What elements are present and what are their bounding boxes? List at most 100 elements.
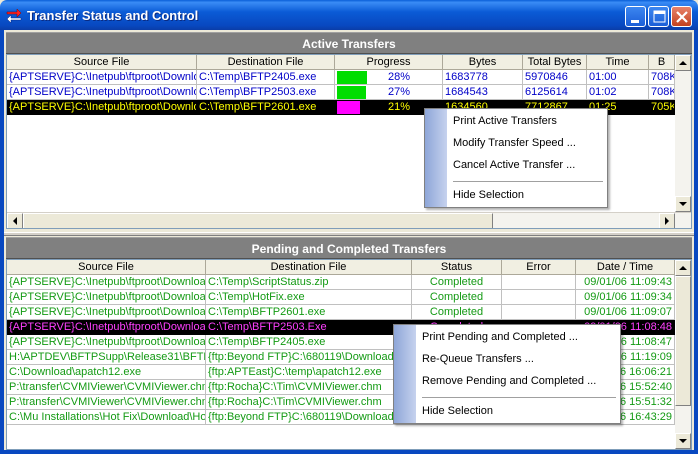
menu-icon-strip <box>425 109 447 207</box>
status: Completed <box>412 275 502 290</box>
date-time: 09/01/06 11:09:07 <box>576 305 675 320</box>
arrow-right-icon <box>665 217 669 225</box>
scroll-down-button[interactable] <box>675 196 691 212</box>
col-destination-file[interactable]: Destination File <box>197 55 335 70</box>
menu-print-active-transfers[interactable]: Print Active Transfers <box>453 112 557 130</box>
destination-file: {ftp:Beyond FTP}C:\680119\Download\Ho <box>206 410 412 425</box>
date-time: 09/01/06 11:09:43 <box>576 275 675 290</box>
progress-label: 21% <box>387 101 411 113</box>
destination-file: C:\Temp\HotFix.exe <box>206 290 412 305</box>
progress-bar <box>337 71 367 84</box>
destination-file: C:\Temp\BFTP2503.Exe <box>206 320 412 335</box>
close-button[interactable] <box>671 6 692 27</box>
destination-file: {ftp:Rocha}C:\Tim\CVMIViewer.chm <box>206 395 412 410</box>
menu-separator <box>422 397 616 398</box>
scroll-thumb[interactable] <box>675 276 691 406</box>
source-file: P:\transfer\CVMIViewer\CVMIViewer.chm <box>7 380 206 395</box>
arrow-up-icon <box>679 266 687 270</box>
active-transfers-header: Active Transfers <box>6 32 692 54</box>
source-file: {APTSERVE}C:\Inetpub\ftproot\Download <box>7 290 206 305</box>
destination-file: C:\Temp\ScriptStatus.zip <box>206 275 412 290</box>
scroll-down-button[interactable] <box>675 433 691 449</box>
destination-file: C:\Temp\BFTP2405.exe <box>197 70 335 85</box>
progress-label: 28% <box>387 71 411 83</box>
active-column-headers: Source File Destination File Progress By… <box>7 55 675 70</box>
error <box>502 290 576 305</box>
active-horizontal-scrollbar[interactable] <box>7 212 691 228</box>
status: Completed <box>412 305 502 320</box>
close-icon <box>676 11 688 23</box>
menu-icon-strip <box>394 325 416 423</box>
minimize-button[interactable] <box>625 6 646 27</box>
table-row[interactable]: {APTSERVE}C:\Inetpub\ftproot\Download C:\… <box>7 275 675 290</box>
window-client: Active Transfers Source File Destination… <box>4 30 694 450</box>
source-file: {APTSERVE}C:\Inetpub\ftproot\Download <box>7 275 206 290</box>
title-bar[interactable]: Transfer Status and Control <box>0 0 698 30</box>
status: Completed <box>412 290 502 305</box>
table-row[interactable]: {APTSERVE}C:\Inetpub\ftproot\Download C:… <box>7 70 675 85</box>
pending-column-headers: Source File Destination File Status Erro… <box>7 260 675 275</box>
table-row[interactable]: {APTSERVE}C:\Inetpub\ftproot\Download C:\… <box>7 305 675 320</box>
source-file: {APTSERVE}C:\Inetpub\ftproot\Download <box>7 320 206 335</box>
minimize-icon <box>631 20 639 23</box>
total-bytes: 6125614 <box>523 85 587 100</box>
col-progress[interactable]: Progress <box>335 55 443 70</box>
arrow-down-icon <box>679 439 687 443</box>
progress-bar <box>337 86 366 99</box>
table-row[interactable]: {APTSERVE}C:\Inetpub\ftproot\Download C:… <box>7 85 675 100</box>
source-file: C:\Download\apatch12.exe <box>7 365 206 380</box>
col-error[interactable]: Error <box>502 260 576 275</box>
col-time[interactable]: Time <box>587 55 649 70</box>
scroll-up-button[interactable] <box>675 55 691 71</box>
progress-cell: 27% <box>335 85 443 100</box>
rate: 708K <box>649 70 675 85</box>
menu-hide-selection[interactable]: Hide Selection <box>453 186 524 204</box>
source-file: C:\Mu Installations\Hot Fix\Download\Ho <box>7 410 206 425</box>
maximize-button[interactable] <box>648 6 669 27</box>
source-file: P:\transfer\CVMIViewer\CVMIViewer.chm <box>7 395 206 410</box>
pending-transfers-header: Pending and Completed Transfers <box>6 237 692 259</box>
error <box>502 305 576 320</box>
destination-file: C:\Temp\BFTP2601.exe <box>206 305 412 320</box>
progress-label: 27% <box>387 86 411 98</box>
table-row[interactable]: {APTSERVE}C:\Inetpub\ftproot\Download C:\… <box>7 290 675 305</box>
menu-hide-selection[interactable]: Hide Selection <box>422 402 493 420</box>
scroll-right-button[interactable] <box>659 213 675 228</box>
pending-context-menu[interactable]: Print Pending and Completed ... Re-Queue… <box>393 324 621 424</box>
splitter[interactable] <box>4 232 694 236</box>
col-date-time[interactable]: Date / Time <box>576 260 675 275</box>
source-file: {APTSERVE}C:\Inetpub\ftproot\Download <box>7 100 197 115</box>
menu-print-pending-completed[interactable]: Print Pending and Completed ... <box>422 328 578 346</box>
menu-cancel-active-transfer[interactable]: Cancel Active Transfer ... <box>453 156 575 174</box>
col-source-file[interactable]: Source File <box>7 260 206 275</box>
error <box>502 275 576 290</box>
menu-modify-transfer-speed[interactable]: Modify Transfer Speed ... <box>453 134 576 152</box>
progress-bar <box>337 101 360 114</box>
col-source-file[interactable]: Source File <box>7 55 197 70</box>
time: 01:00 <box>587 70 649 85</box>
destination-file: {ftp:APTEast}C:\temp\apatch12.exe <box>206 365 412 380</box>
pending-vertical-scrollbar[interactable] <box>675 260 691 449</box>
active-context-menu[interactable]: Print Active Transfers Modify Transfer S… <box>424 108 608 208</box>
col-destination-file[interactable]: Destination File <box>206 260 412 275</box>
destination-file: {ftp:Beyond FTP}C:\680119\Download\ <box>206 350 412 365</box>
active-vertical-scrollbar[interactable] <box>675 55 691 212</box>
bytes: 1684543 <box>443 85 523 100</box>
source-file: {APTSERVE}C:\Inetpub\ftproot\Download <box>7 85 197 100</box>
col-status[interactable]: Status <box>412 260 502 275</box>
bytes: 1683778 <box>443 70 523 85</box>
destination-file: C:\Temp\BFTP2405.exe <box>206 335 412 350</box>
col-rate[interactable]: B <box>649 55 675 70</box>
menu-remove-pending-completed[interactable]: Remove Pending and Completed ... <box>422 372 596 390</box>
source-file: H:\APTDEV\BFTPSupp\Release31\BFTP <box>7 350 206 365</box>
scroll-thumb[interactable] <box>23 213 493 228</box>
menu-requeue-transfers[interactable]: Re-Queue Transfers ... <box>422 350 534 368</box>
col-bytes[interactable]: Bytes <box>443 55 523 70</box>
total-bytes: 5970846 <box>523 70 587 85</box>
date-time: 09/01/06 11:09:34 <box>576 290 675 305</box>
col-total-bytes[interactable]: Total Bytes <box>523 55 587 70</box>
scroll-up-button[interactable] <box>675 260 691 276</box>
transfer-arrows-icon <box>6 8 22 23</box>
scroll-left-button[interactable] <box>7 213 23 228</box>
destination-file: C:\Temp\BFTP2503.exe <box>197 85 335 100</box>
